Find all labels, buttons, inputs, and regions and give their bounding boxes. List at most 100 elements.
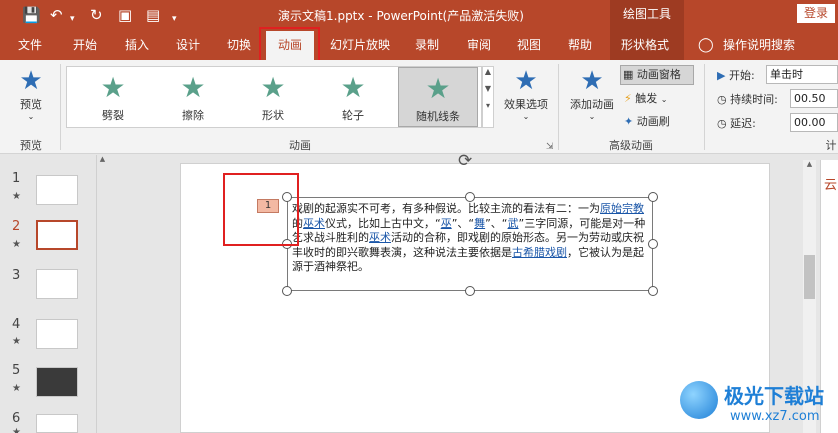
chevron-down-icon: ⌄ (660, 95, 668, 104)
scrollbar-thumb[interactable] (804, 255, 815, 299)
text-run: ”、“ (451, 216, 475, 230)
gallery-more-icon[interactable]: ▾ (483, 101, 493, 110)
animation-star-icon: ★ (12, 336, 21, 347)
login-button[interactable]: 登录 (797, 4, 835, 23)
lightbulb-icon: ◯ (698, 37, 714, 53)
hyperlink[interactable]: 武 (508, 217, 519, 230)
animation-pane-button[interactable]: ▦ 动画窗格 (620, 65, 694, 85)
hyperlink[interactable]: 原始宗教 (600, 202, 644, 215)
text-run: ”、“ (485, 216, 508, 230)
slide-number: 2 (12, 219, 21, 234)
animation-wheel[interactable]: ★ 轮子 (313, 67, 393, 127)
hyperlink[interactable]: 巫术 (303, 217, 325, 230)
tab-review[interactable]: 审阅 (467, 31, 491, 60)
animation-split[interactable]: ★ 劈裂 (73, 67, 153, 127)
customize-dropdown-icon[interactable]: ▾ (172, 10, 177, 28)
preview-icon[interactable]: ▤ (146, 6, 160, 24)
chevron-down-icon: ⌄ (588, 112, 596, 121)
text-run: 戏剧的起源实不可考，有多种假说。比较主流的看法有二：一为 (292, 202, 600, 215)
scroll-up-icon[interactable]: ▲ (97, 155, 108, 163)
effect-options-button[interactable]: ★ 效果选项 ⌄ (498, 66, 554, 121)
resize-handle[interactable] (465, 286, 475, 296)
hyperlink[interactable]: 巫术 (369, 231, 391, 244)
group-label-advanced: 高级动画 (609, 139, 653, 152)
redo-icon[interactable]: ↻ (90, 6, 103, 24)
add-animation-button[interactable]: ★ 添加动画 ⌄ (564, 66, 620, 121)
slide-thumbnail-6[interactable] (36, 414, 78, 433)
animation-shape[interactable]: ★ 形状 (233, 67, 313, 127)
tab-slide-show[interactable]: 幻灯片放映 (330, 31, 390, 60)
animation-gallery: ★ 劈裂 ★ 擦除 ★ 形状 ★ 轮子 ★ 随机线条 (66, 66, 482, 128)
clock-icon: ◷ (717, 93, 727, 106)
slide-thumbnail-4[interactable] (36, 319, 78, 349)
tab-design[interactable]: 设计 (176, 31, 200, 60)
resize-handle[interactable] (648, 192, 658, 202)
text-run: 仪式，比如上古中文，“ (325, 216, 441, 230)
tell-me-search[interactable]: 操作说明搜索 (723, 31, 795, 60)
slide-thumbnail-1[interactable] (36, 175, 78, 205)
tab-help[interactable]: 帮助 (568, 31, 592, 60)
tab-transitions[interactable]: 切换 (227, 31, 251, 60)
slide-number: 1 (12, 171, 21, 186)
painter-icon: ✦ (624, 115, 634, 128)
present-icon[interactable]: ▣ (118, 6, 132, 24)
watermark-logo-icon (680, 381, 718, 419)
duration-input[interactable]: 00.50 (790, 89, 838, 108)
wheel-star-icon: ★ (340, 71, 366, 104)
slide-thumbnails-panel: 1 ★ 2 ★ 3 4 ★ 5 ★ 6 ★ (0, 155, 95, 433)
resize-handle[interactable] (465, 192, 475, 202)
delay-label: ◷ 延迟: (717, 117, 756, 130)
lightning-icon: ⚡ (624, 92, 632, 105)
start-select[interactable]: 单击时 (766, 65, 838, 84)
group-label-timing: 计 (825, 139, 837, 152)
tab-shape-format[interactable]: 形状格式 (621, 31, 669, 60)
slide-thumbnail-3[interactable] (36, 269, 78, 299)
tab-file[interactable]: 文件 (18, 31, 42, 60)
play-icon: ▶ (717, 69, 726, 82)
watermark: 极光下载站 www.xz7.com (680, 378, 838, 430)
slide-number: 5 (12, 363, 21, 378)
hyperlink[interactable]: 古希腊戏剧 (512, 246, 567, 259)
chevron-down-icon: ⌄ (522, 112, 530, 121)
animation-wipe[interactable]: ★ 擦除 (153, 67, 233, 127)
tab-view[interactable]: 视图 (517, 31, 541, 60)
watermark-title: 极光下载站 (724, 384, 824, 408)
animation-label: 擦除 (182, 109, 204, 122)
undo-dropdown-icon[interactable]: ▾ (70, 10, 75, 28)
animation-star-icon: ★ (12, 239, 21, 250)
tab-record[interactable]: 录制 (415, 31, 439, 60)
animation-random-bars[interactable]: ★ 随机线条 (398, 67, 478, 127)
rotate-handle-icon[interactable]: ⟳ (458, 153, 472, 170)
tab-insert[interactable]: 插入 (125, 31, 149, 60)
tab-home[interactable]: 开始 (73, 31, 97, 60)
shape-star-icon: ★ (260, 71, 286, 104)
scroll-up-icon[interactable]: ▲ (803, 160, 816, 168)
thumbnail-scrollbar[interactable]: ▲ (96, 155, 108, 433)
animation-painter-button[interactable]: ✦ 动画刷 (624, 113, 670, 129)
pane-title-partial: 云 (824, 178, 838, 193)
trigger-button[interactable]: ⚡ 触发 ⌄ (624, 90, 667, 106)
animation-label: 轮子 (342, 109, 364, 122)
save-icon[interactable]: 💾 (22, 6, 41, 24)
slide-body-text[interactable]: 戏剧的起源实不可考，有多种假说。比较主流的看法有二：一为原始宗教的巫术仪式，比如… (292, 202, 652, 275)
resize-handle[interactable] (648, 286, 658, 296)
hyperlink[interactable]: 舞 (474, 217, 485, 230)
delay-input[interactable]: 00.00 (790, 113, 838, 132)
dialog-launcher-icon[interactable]: ⇲ (546, 142, 554, 152)
scroll-down-icon[interactable]: ▼ (483, 84, 493, 93)
divider (60, 64, 61, 150)
divider (558, 64, 559, 150)
preview-star-icon: ★ (19, 66, 43, 96)
add-animation-label: 添加动画 (570, 98, 614, 111)
preview-button[interactable]: ★ 预览 ⌄ (8, 66, 54, 121)
hyperlink[interactable]: 巫 (441, 217, 452, 230)
undo-icon[interactable]: ↶ (50, 6, 63, 24)
slide-thumbnail-2[interactable] (36, 220, 78, 250)
scroll-up-icon[interactable]: ▲ (483, 67, 493, 76)
gallery-scroll[interactable]: ▲ ▼ ▾ (482, 66, 494, 128)
resize-handle[interactable] (282, 286, 292, 296)
slide-thumbnail-5[interactable] (36, 367, 78, 397)
split-star-icon: ★ (100, 71, 126, 104)
animation-pane-label: 动画窗格 (636, 68, 681, 81)
add-animation-star-icon: ★ (580, 66, 604, 96)
